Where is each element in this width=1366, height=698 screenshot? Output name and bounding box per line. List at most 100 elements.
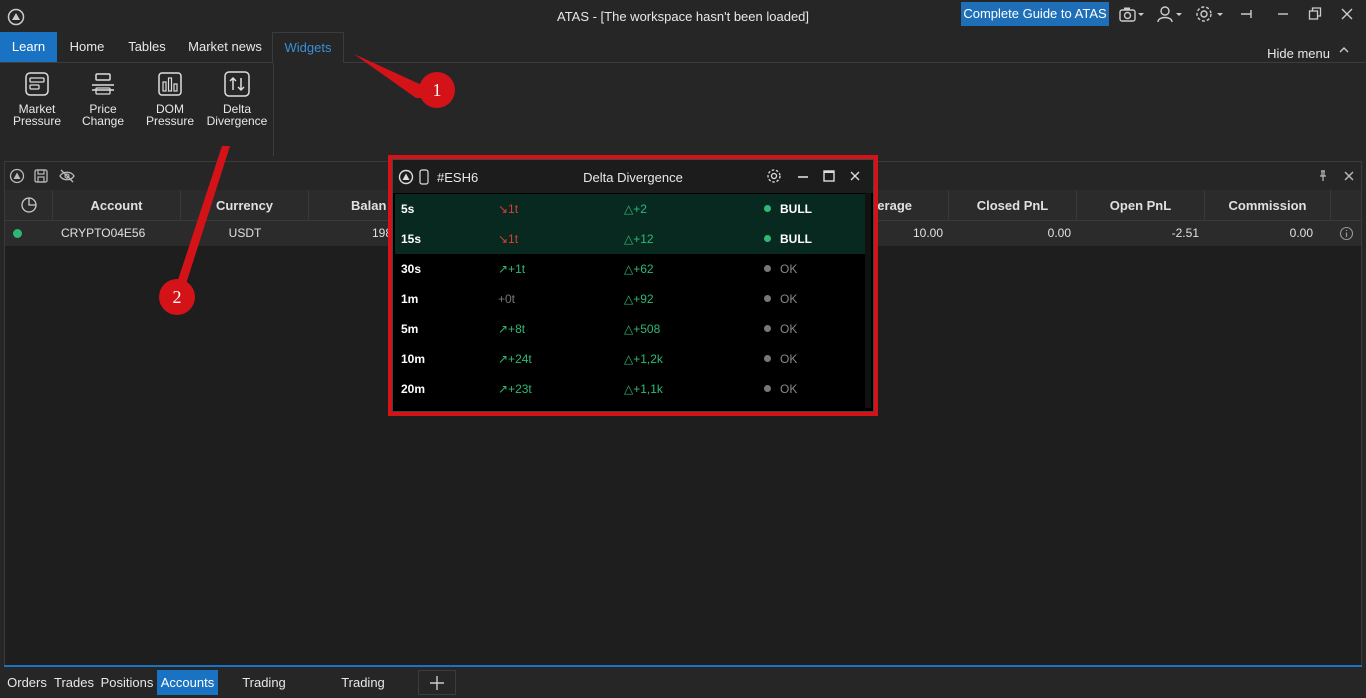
chevron-up-icon[interactable] xyxy=(1338,44,1350,58)
price-delta: ↗+24t xyxy=(498,352,532,366)
status-label: OK xyxy=(780,322,798,336)
complete-guide-button[interactable]: Complete Guide to ATAS xyxy=(961,2,1109,26)
ribbon-tabs: Learn Home Tables Market news Widgets Hi… xyxy=(0,32,1366,63)
divergence-row: 30s ↗+1t △+62 OK xyxy=(395,254,865,284)
price-change-icon xyxy=(92,73,114,95)
widgets-ribbon: Market Pressure Price Change DOM Pressur… xyxy=(0,63,274,156)
tab-learn[interactable]: Learn xyxy=(0,32,57,62)
market-pressure-widget-button[interactable]: Market Pressure xyxy=(4,69,70,127)
timeframe: 10m xyxy=(401,352,426,366)
volume-delta: △+1,1k xyxy=(624,382,663,396)
delta-divergence-widget-button[interactable]: Delta Divergence xyxy=(204,69,270,127)
camera-icon[interactable] xyxy=(1118,5,1146,23)
info-icon[interactable] xyxy=(1339,226,1354,241)
tab-trading-strategies[interactable]: Trading strategies xyxy=(312,670,414,695)
column-open-pnl[interactable]: Open PnL xyxy=(1077,190,1205,221)
column-closed-pnl[interactable]: Closed PnL xyxy=(949,190,1077,221)
hide-menu-button[interactable]: Hide menu xyxy=(1267,46,1330,61)
user-icon[interactable] xyxy=(1156,5,1184,23)
atas-logo-icon xyxy=(398,169,414,185)
settings-gear-icon[interactable] xyxy=(1195,5,1225,23)
tab-market-news[interactable]: Market news xyxy=(184,32,266,62)
price-delta: ↗+8t xyxy=(498,322,526,336)
price-delta: ↘1t xyxy=(498,202,519,216)
volume-delta: △+2 xyxy=(624,202,647,216)
status: BULL xyxy=(764,224,812,254)
instrument-symbol[interactable]: #ESH6 xyxy=(437,170,478,185)
price-delta: ↗+1t xyxy=(498,262,526,276)
widget-header[interactable]: #ESH6 Delta Divergence xyxy=(393,160,873,193)
minimize-icon[interactable] xyxy=(1276,5,1290,23)
column-currency[interactable]: Currency xyxy=(181,190,309,221)
status: BULL xyxy=(764,194,812,224)
annotation-badge-1: 1 xyxy=(419,72,455,108)
price-change-widget-button[interactable]: Price Change xyxy=(70,69,136,127)
pin-window-icon[interactable] xyxy=(1240,5,1254,23)
timeframe: 20m xyxy=(401,382,426,396)
add-tab-plus-icon[interactable] xyxy=(418,670,456,695)
widget-label: Price Change xyxy=(81,102,125,128)
price-delta: ↘1t xyxy=(498,232,519,246)
currency-cell: USDT xyxy=(228,226,262,240)
widget-minimize-icon[interactable] xyxy=(796,168,810,184)
panel-close-icon[interactable] xyxy=(1341,168,1357,184)
widget-close-icon[interactable] xyxy=(848,168,862,184)
price-delta: ↗+23t xyxy=(498,382,532,396)
column-chart-icon[interactable] xyxy=(5,190,53,221)
status-label: OK xyxy=(780,262,798,276)
restore-icon[interactable] xyxy=(1308,5,1322,23)
timeframe: 1m xyxy=(401,292,419,306)
divergence-row: 1m +0t △+92 OK xyxy=(395,284,865,314)
account-cell: CRYPTO04E56 xyxy=(61,226,146,240)
widget-label: Delta Divergence xyxy=(206,102,268,128)
status: OK xyxy=(764,254,797,284)
volume-delta: △+1,2k xyxy=(624,352,663,366)
widget-label: Market Pressure xyxy=(12,102,62,128)
widget-settings-gear-icon[interactable] xyxy=(766,168,782,184)
volume-delta: △+92 xyxy=(624,292,654,306)
widget-scrollbar[interactable] xyxy=(865,193,871,408)
status-label: BULL xyxy=(780,232,812,246)
widget-label: DOM Pressure xyxy=(145,102,195,128)
save-icon[interactable] xyxy=(33,168,49,184)
dom-pressure-icon xyxy=(158,72,182,96)
column-commission[interactable]: Commission xyxy=(1205,190,1331,221)
widget-maximize-icon[interactable] xyxy=(822,168,836,184)
tab-accounts[interactable]: Accounts xyxy=(157,670,218,695)
divergence-row: 5s ↘1t △+2 BULL xyxy=(395,194,865,224)
status-label: OK xyxy=(780,382,798,396)
delta-divergence-widget: #ESH6 Delta Divergence 5s ↘1t △+2 BULL 1… xyxy=(392,159,874,412)
status: OK xyxy=(764,314,797,344)
status-dot xyxy=(764,295,771,302)
close-icon[interactable] xyxy=(1340,5,1354,23)
dom-pressure-widget-button[interactable]: DOM Pressure xyxy=(137,69,203,127)
leverage-cell: 10.00 xyxy=(912,226,943,240)
status: OK xyxy=(764,374,797,404)
divergence-row: 15s ↘1t △+12 BULL xyxy=(395,224,865,254)
timeframe: 5s xyxy=(401,202,415,216)
price-delta: +0t xyxy=(498,292,516,306)
tab-positions[interactable]: Positions xyxy=(99,670,155,695)
column-balance[interactable]: Balan xyxy=(309,190,393,221)
divergence-row: 20m ↗+23t △+1,1k OK xyxy=(395,374,865,404)
tab-widgets[interactable]: Widgets xyxy=(272,32,344,63)
market-pressure-icon xyxy=(25,72,49,96)
pin-icon[interactable] xyxy=(1315,168,1331,184)
status-label: OK xyxy=(780,352,798,366)
hide-eye-icon[interactable] xyxy=(59,168,75,184)
column-account[interactable]: Account xyxy=(53,190,181,221)
delta-divergence-icon xyxy=(224,71,250,97)
status-label: OK xyxy=(780,292,798,306)
tab-orders[interactable]: Orders xyxy=(4,670,50,695)
atas-logo-icon[interactable] xyxy=(7,8,25,26)
atas-logo-icon[interactable] xyxy=(9,168,25,184)
commission-cell: 0.00 xyxy=(1289,226,1313,240)
status: OK xyxy=(764,344,797,374)
link-device-icon[interactable] xyxy=(419,169,429,185)
volume-delta: △+12 xyxy=(624,232,654,246)
tab-trading-journal[interactable]: Trading Journal xyxy=(220,670,308,695)
tab-trades[interactable]: Trades xyxy=(52,670,96,695)
tab-home[interactable]: Home xyxy=(61,32,113,62)
tab-tables[interactable]: Tables xyxy=(123,32,171,62)
status-dot xyxy=(764,235,771,242)
